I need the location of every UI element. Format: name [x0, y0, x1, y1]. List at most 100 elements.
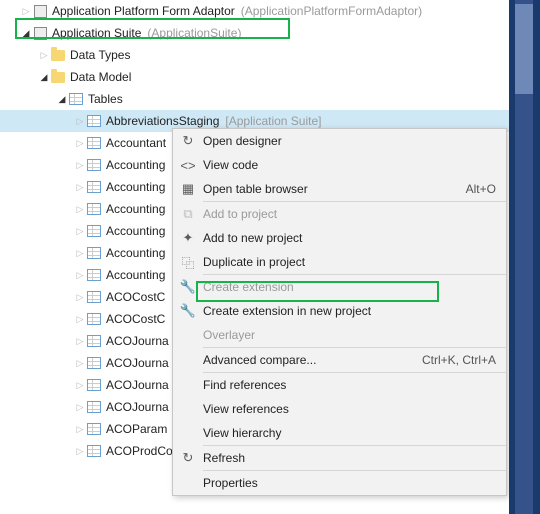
expand-icon[interactable]: ▷ [74, 138, 86, 149]
table-icon [86, 311, 102, 327]
menu-item-shortcut: Ctrl+K, Ctrl+A [422, 353, 496, 367]
menu-item-label: View references [203, 402, 496, 416]
menu-view-hierarchy[interactable]: View hierarchy [173, 421, 506, 445]
view-code-icon: <> [180, 157, 196, 173]
node-label: ACOParam [106, 422, 167, 436]
node-label: ACOJourna [106, 400, 169, 414]
menu-create-extension-new-project[interactable]: 🔧 Create extension in new project [173, 299, 506, 323]
collapse-icon[interactable]: ◢ [38, 72, 50, 83]
node-app-platform-form-adaptor[interactable]: ▷ Application Platform Form Adaptor (App… [0, 0, 509, 22]
expand-icon[interactable]: ▷ [74, 270, 86, 281]
expand-icon[interactable]: ▷ [74, 182, 86, 193]
node-label: ACOJourna [106, 334, 169, 348]
table-icon [86, 223, 102, 239]
table-icon [86, 135, 102, 151]
node-data-types[interactable]: ▷ Data Types [0, 44, 509, 66]
node-label: ACOJourna [106, 356, 169, 370]
expand-icon[interactable]: ▷ [74, 358, 86, 369]
node-label: ACOJourna [106, 378, 169, 392]
menu-create-extension: 🔧 Create extension [173, 275, 506, 299]
node-label: ACOCostC [106, 312, 165, 326]
menu-properties[interactable]: Properties [173, 471, 506, 495]
table-icon [86, 377, 102, 393]
table-icon [86, 201, 102, 217]
node-label: ACOCostC [106, 290, 165, 304]
expand-icon[interactable]: ▷ [74, 314, 86, 325]
expand-icon[interactable]: ▷ [74, 204, 86, 215]
scrollbar[interactable] [509, 0, 540, 514]
expand-icon[interactable]: ▷ [74, 160, 86, 171]
expand-icon[interactable]: ▷ [74, 226, 86, 237]
expand-icon[interactable]: ▷ [74, 116, 86, 127]
menu-add-to-new-project[interactable]: ✦ Add to new project [173, 226, 506, 250]
menu-item-label: Create extension in new project [203, 304, 496, 318]
context-menu: ↻ Open designer <> View code ▦ Open tabl… [172, 128, 507, 496]
table-icon [68, 91, 84, 107]
menu-overlayer: Overlayer [173, 323, 506, 347]
wrench-icon: 🔧 [180, 303, 196, 319]
expand-icon[interactable]: ▷ [74, 424, 86, 435]
expand-icon[interactable]: ▷ [20, 6, 32, 17]
node-label: Accounting [106, 224, 165, 238]
expand-icon[interactable]: ▷ [74, 248, 86, 259]
collapse-icon[interactable]: ◢ [56, 94, 68, 105]
menu-item-label: Add to project [203, 207, 496, 221]
menu-item-label: View code [203, 158, 496, 172]
node-label: Application Suite [52, 26, 141, 40]
menu-item-label: Duplicate in project [203, 255, 496, 269]
menu-add-to-project: ⧉ Add to project [173, 202, 506, 226]
table-icon [86, 113, 102, 129]
refresh-icon: ↻ [180, 450, 196, 466]
menu-duplicate-in-project[interactable]: ⿻ Duplicate in project [173, 250, 506, 274]
expand-icon[interactable]: ▷ [74, 446, 86, 457]
table-icon [86, 443, 102, 459]
menu-item-label: Open designer [203, 134, 496, 148]
node-data-model[interactable]: ◢ Data Model [0, 66, 509, 88]
node-suffix: [Application Suite] [225, 114, 321, 128]
menu-item-label: Create extension [203, 280, 496, 294]
add-new-project-icon: ✦ [180, 230, 196, 246]
menu-item-label: Add to new project [203, 231, 496, 245]
node-label: AbbreviationsStaging [106, 114, 219, 128]
node-application-suite[interactable]: ◢ Application Suite (ApplicationSuite) [0, 22, 509, 44]
scrollbar-thumb[interactable] [515, 4, 533, 94]
table-icon [86, 421, 102, 437]
node-label: Tables [88, 92, 123, 106]
folder-icon [50, 69, 66, 85]
table-icon [86, 245, 102, 261]
table-icon [86, 333, 102, 349]
table-icon [86, 157, 102, 173]
menu-item-label: Overlayer [203, 328, 496, 342]
node-label: Data Types [70, 48, 130, 62]
menu-view-code[interactable]: <> View code [173, 153, 506, 177]
collapse-icon[interactable]: ◢ [20, 28, 32, 39]
application-explorer: ▷ Application Platform Form Adaptor (App… [0, 0, 509, 514]
node-suffix: (ApplicationPlatformFormAdaptor) [241, 4, 422, 18]
menu-refresh[interactable]: ↻ Refresh [173, 446, 506, 470]
menu-item-label: Properties [203, 476, 496, 490]
add-to-project-icon: ⧉ [180, 206, 196, 222]
folder-icon [50, 47, 66, 63]
expand-icon[interactable]: ▷ [74, 402, 86, 413]
table-icon: ▦ [180, 181, 196, 197]
node-label: Accounting [106, 202, 165, 216]
menu-item-label: Find references [203, 378, 496, 392]
menu-advanced-compare[interactable]: Advanced compare... Ctrl+K, Ctrl+A [173, 348, 506, 372]
menu-find-references[interactable]: Find references [173, 373, 506, 397]
menu-open-table-browser[interactable]: ▦ Open table browser Alt+O [173, 177, 506, 201]
node-label: Application Platform Form Adaptor [52, 4, 235, 18]
expand-icon[interactable]: ▷ [74, 336, 86, 347]
menu-open-designer[interactable]: ↻ Open designer [173, 129, 506, 153]
node-tables[interactable]: ◢ Tables [0, 88, 509, 110]
node-label: Accounting [106, 158, 165, 172]
node-label: Accounting [106, 268, 165, 282]
menu-view-references[interactable]: View references [173, 397, 506, 421]
menu-item-label: View hierarchy [203, 426, 496, 440]
node-label: Accountant [106, 136, 166, 150]
module-icon [32, 3, 48, 19]
node-label: Data Model [70, 70, 131, 84]
expand-icon[interactable]: ▷ [38, 50, 50, 61]
wrench-icon: 🔧 [180, 279, 196, 295]
expand-icon[interactable]: ▷ [74, 292, 86, 303]
expand-icon[interactable]: ▷ [74, 380, 86, 391]
